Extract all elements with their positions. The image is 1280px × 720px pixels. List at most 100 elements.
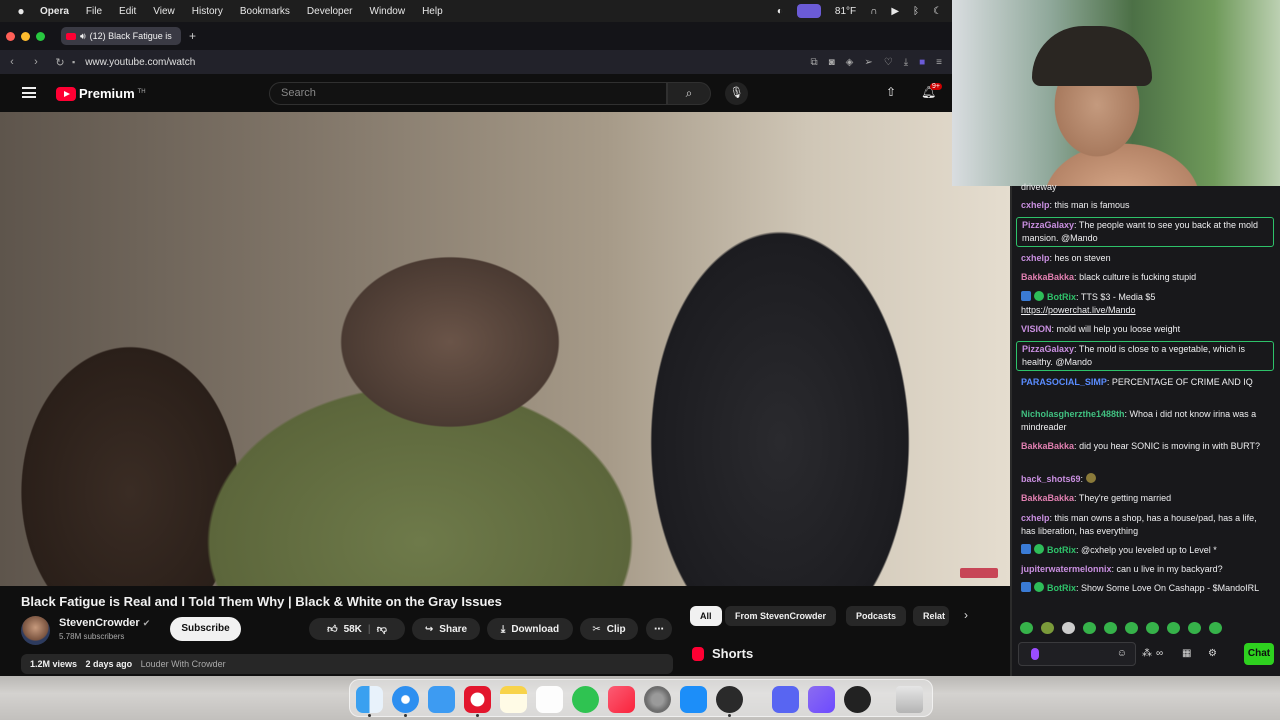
chevron-right-icon[interactable]: ›: [964, 608, 968, 622]
menu-window[interactable]: Window: [370, 6, 406, 17]
minimize-window-icon[interactable]: [21, 31, 30, 41]
moon-icon[interactable]: ☾: [933, 6, 942, 17]
chat-username[interactable]: back_shots69: [1021, 474, 1081, 484]
chat-username[interactable]: Nicholasgherzthe1488th: [1021, 409, 1125, 419]
description-box[interactable]: 1.2M views 2 days ago Louder With Crowde…: [21, 654, 673, 674]
chat-link[interactable]: https://powerchat.live/Mando: [1021, 305, 1136, 315]
chat-username[interactable]: cxhelp: [1021, 513, 1050, 523]
url-field[interactable]: www.youtube.com/watch: [85, 57, 195, 68]
headphones-icon[interactable]: ∩: [870, 6, 877, 17]
like-count[interactable]: 58K: [344, 624, 362, 635]
emote-icon[interactable]: [1167, 622, 1180, 634]
menu-icon[interactable]: ≡: [936, 57, 942, 68]
more-actions-icon[interactable]: ⋯: [646, 618, 672, 640]
upload-icon[interactable]: ⇧: [886, 85, 896, 99]
share-button[interactable]: ↪ Share: [412, 618, 480, 640]
emoji-picker-icon[interactable]: ☺: [1117, 648, 1127, 659]
subscribe-watermark[interactable]: [960, 568, 998, 578]
chat-username[interactable]: cxhelp: [1021, 253, 1050, 263]
download-button[interactable]: ⤓ Download: [487, 618, 573, 640]
menu-file[interactable]: File: [86, 6, 102, 17]
emote-icon[interactable]: [1062, 622, 1075, 634]
subscribe-button[interactable]: Subscribe: [170, 617, 241, 641]
chat-username[interactable]: jupiterwatermelonnix: [1021, 564, 1112, 574]
emote-icon[interactable]: [1146, 622, 1159, 634]
emote-icon[interactable]: [1020, 622, 1033, 634]
link-icon[interactable]: ∞: [1156, 648, 1163, 659]
weather-temperature[interactable]: 81°F: [835, 6, 856, 17]
reminders-icon[interactable]: [536, 686, 563, 713]
mail-icon[interactable]: [428, 686, 455, 713]
emote-icon[interactable]: [1209, 622, 1222, 634]
chat-username[interactable]: VISION: [1021, 324, 1052, 334]
chip-related[interactable]: Relat: [913, 606, 949, 626]
voice-search-icon[interactable]: 🎙︎: [725, 82, 748, 105]
menu-help[interactable]: Help: [422, 6, 443, 17]
users-icon[interactable]: ⁂: [1142, 648, 1152, 659]
clip-button[interactable]: ✂ Clip: [580, 618, 638, 640]
send-chat-button[interactable]: Chat: [1244, 643, 1274, 665]
emote-icon[interactable]: [1188, 622, 1201, 634]
obs-icon[interactable]: [716, 686, 743, 713]
menu-history[interactable]: History: [192, 6, 223, 17]
bluetooth-icon[interactable]: ᛒ: [913, 6, 919, 17]
close-window-icon[interactable]: [6, 31, 15, 41]
control-center-icon[interactable]: ◐: [777, 6, 783, 17]
app-store-icon[interactable]: [680, 686, 707, 713]
notes-icon[interactable]: [500, 686, 527, 713]
video-player[interactable]: [0, 112, 1010, 586]
menu-view[interactable]: View: [153, 6, 175, 17]
back-icon[interactable]: ‹: [0, 56, 24, 68]
reload-icon[interactable]: ↻: [48, 56, 72, 69]
emote-icon[interactable]: [1041, 622, 1054, 634]
search-button[interactable]: ⌕: [667, 82, 711, 105]
gift-icon[interactable]: ▦: [1182, 648, 1191, 659]
menu-edit[interactable]: Edit: [119, 6, 136, 17]
safari-icon[interactable]: [392, 686, 419, 713]
youtube-brand[interactable]: Premium TH: [79, 86, 146, 101]
new-tab-icon[interactable]: +: [189, 29, 196, 43]
camera-icon[interactable]: ◙: [829, 57, 835, 68]
like-icon[interactable]: 👍︎: [327, 623, 337, 635]
youtube-logo-icon[interactable]: [56, 87, 76, 101]
chat-username[interactable]: PizzaGalaxy: [1022, 220, 1074, 230]
share-page-icon[interactable]: ⧉: [810, 57, 817, 68]
browser-tab[interactable]: 🔊︎ (12) Black Fatigue is: [61, 27, 181, 45]
description-tag[interactable]: Louder With Crowder: [141, 659, 226, 669]
chat-username[interactable]: BotRix: [1047, 583, 1076, 593]
shorts-header[interactable]: Shorts: [692, 646, 753, 661]
channel-avatar[interactable]: [21, 616, 50, 645]
play-icon[interactable]: ▶: [891, 6, 899, 17]
hamburger-menu-icon[interactable]: [22, 87, 36, 98]
channel-name[interactable]: StevenCrowder ✔: [59, 617, 150, 629]
chat-username[interactable]: PizzaGalaxy: [1022, 344, 1074, 354]
chat-input[interactable]: ☺: [1018, 642, 1136, 666]
chat-username[interactable]: BotRix: [1047, 545, 1076, 555]
menu-app-name[interactable]: Opera: [40, 6, 69, 17]
send-icon[interactable]: ➢: [864, 57, 872, 68]
dislike-icon[interactable]: 👎︎: [377, 623, 387, 635]
chat-username[interactable]: BakkaBakka: [1021, 441, 1074, 451]
menu-developer[interactable]: Developer: [307, 6, 353, 17]
emote-icon[interactable]: [1104, 622, 1117, 634]
search-input[interactable]: Search: [269, 82, 667, 105]
whatsapp-icon[interactable]: [572, 686, 599, 713]
finder-icon[interactable]: [356, 686, 383, 713]
emote-icon[interactable]: [1125, 622, 1138, 634]
system-settings-icon[interactable]: [644, 686, 671, 713]
zoom-window-icon[interactable]: [36, 31, 45, 41]
chip-podcasts[interactable]: Podcasts: [846, 606, 907, 626]
proton-mail-icon[interactable]: [808, 686, 835, 713]
forward-icon[interactable]: ›: [24, 56, 48, 68]
opera-icon[interactable]: [464, 686, 491, 713]
settings-gear-icon[interactable]: ⚙: [1208, 648, 1217, 659]
chat-username[interactable]: cxhelp: [1021, 200, 1050, 210]
chat-username[interactable]: BakkaBakka: [1021, 272, 1074, 282]
emote-icon[interactable]: [1083, 622, 1096, 634]
screen-record-icon[interactable]: [796, 4, 821, 18]
apple-icon[interactable]: ●: [14, 4, 28, 18]
chat-username[interactable]: BakkaBakka: [1021, 493, 1074, 503]
discord-icon[interactable]: [772, 686, 799, 713]
chip-all[interactable]: All: [690, 606, 722, 626]
download-icon[interactable]: ⤓: [904, 57, 908, 68]
